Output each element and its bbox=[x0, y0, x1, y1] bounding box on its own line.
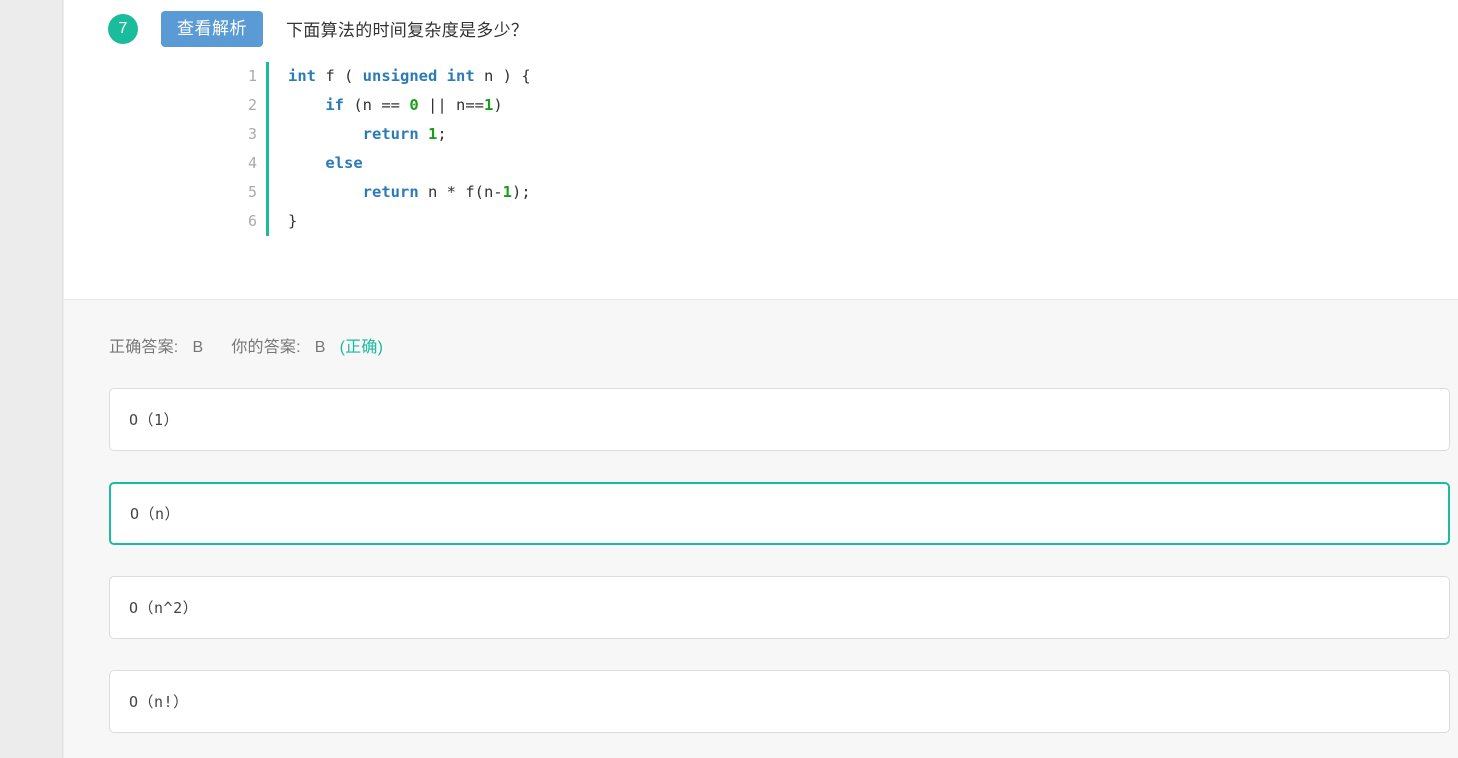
answer-section: 正确答案: B 你的答案: B (正确) O（1） O（n） O（n^2） O（n!） bbox=[64, 300, 1458, 758]
answer-summary: 正确答案: B 你的答案: B (正确) bbox=[64, 300, 1458, 357]
code-line-number: 1 bbox=[247, 67, 257, 85]
code-line: 6 } bbox=[230, 207, 532, 236]
code-line: 3 return 1; bbox=[230, 120, 532, 149]
code-line-content: else bbox=[265, 149, 532, 178]
content-panel: 7 查看解析 下面算法的时间复杂度是多少？ 1 int f ( unsigned… bbox=[64, 0, 1458, 758]
options-list: O（1） O（n） O（n^2） O（n!） bbox=[64, 357, 1458, 733]
option-label: O（n!） bbox=[129, 693, 189, 711]
answer-result-badge: (正确) bbox=[339, 339, 384, 356]
code-line: 5 return n * f(n-1); bbox=[230, 178, 532, 207]
option-label: O（n） bbox=[130, 505, 181, 523]
page-left-margin bbox=[0, 0, 63, 758]
option-b[interactable]: O（n） bbox=[109, 482, 1450, 545]
option-c[interactable]: O（n^2） bbox=[109, 576, 1450, 639]
correct-answer-label: 正确答案: bbox=[109, 339, 179, 356]
question-title: 下面算法的时间复杂度是多少？ bbox=[286, 21, 529, 40]
view-analysis-button[interactable]: 查看解析 bbox=[161, 10, 263, 47]
your-answer-label: 你的答案: bbox=[231, 339, 301, 356]
code-line-number: 6 bbox=[247, 212, 257, 230]
code-line-number: 3 bbox=[247, 125, 257, 143]
code-block: 1 int f ( unsigned int n ) { 2 if (n == … bbox=[64, 62, 1458, 236]
quiz-review-page: 7 查看解析 下面算法的时间复杂度是多少？ 1 int f ( unsigned… bbox=[0, 0, 1458, 758]
code-line-content: int f ( unsigned int n ) { bbox=[265, 62, 532, 91]
code-line-number: 4 bbox=[247, 154, 257, 172]
code-lines: 1 int f ( unsigned int n ) { 2 if (n == … bbox=[230, 62, 532, 236]
option-label: O（1） bbox=[129, 411, 180, 429]
code-line-content: } bbox=[265, 207, 532, 236]
option-label: O（n^2） bbox=[129, 599, 199, 617]
code-line-content: return 1; bbox=[265, 120, 532, 149]
code-line-number: 2 bbox=[247, 96, 257, 114]
question-header: 7 查看解析 下面算法的时间复杂度是多少？ bbox=[64, 0, 1458, 48]
code-line-content: if (n == 0 || n==1) bbox=[265, 91, 532, 120]
correct-answer-value: B bbox=[192, 339, 204, 356]
your-answer-value: B bbox=[314, 339, 326, 356]
code-line: 2 if (n == 0 || n==1) bbox=[230, 91, 532, 120]
code-line: 4 else bbox=[230, 149, 532, 178]
code-line-content: return n * f(n-1); bbox=[265, 178, 532, 207]
question-number-badge: 7 bbox=[108, 13, 138, 44]
option-a[interactable]: O（1） bbox=[109, 388, 1450, 451]
code-line-number: 5 bbox=[247, 183, 257, 201]
option-d[interactable]: O（n!） bbox=[109, 670, 1450, 733]
code-line: 1 int f ( unsigned int n ) { bbox=[230, 62, 532, 91]
code-table: 1 int f ( unsigned int n ) { 2 if (n == … bbox=[230, 62, 532, 236]
question-section: 7 查看解析 下面算法的时间复杂度是多少？ 1 int f ( unsigned… bbox=[64, 0, 1458, 300]
